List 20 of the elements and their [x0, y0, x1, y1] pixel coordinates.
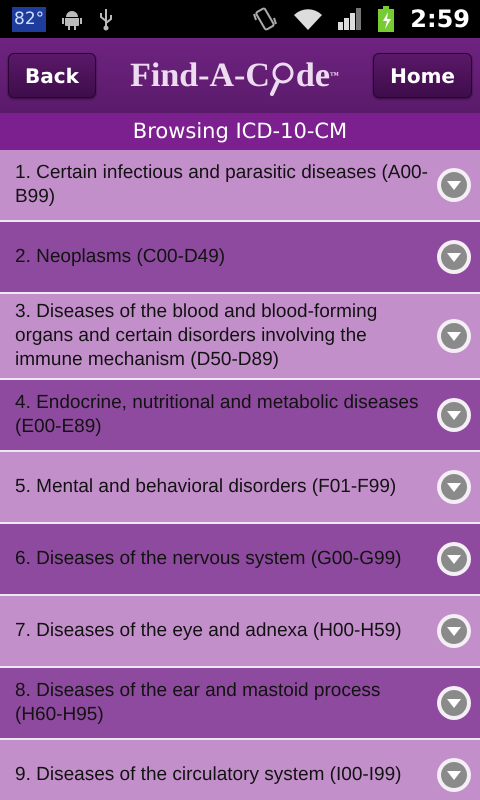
- home-button[interactable]: Home: [373, 53, 472, 98]
- chapter-title: 5. Mental and behavioral disorders (F01-F99): [15, 475, 398, 499]
- logo: Find-A-C de™: [130, 50, 339, 100]
- list-row[interactable]: 7. Diseases of the eye and adnexa (H00-H59): [0, 596, 480, 668]
- clock: 2:59: [410, 4, 470, 35]
- chapter-title: 7. Diseases of the eye and adnexa (H00-H59): [15, 619, 403, 643]
- list-row[interactable]: 5. Mental and behavioral disorders (F01-F99): [0, 452, 480, 524]
- chapter-title: 4. Endocrine, nutritional and metabolic diseases (E00-E89): [15, 391, 420, 439]
- chapter-title: 2. Neoplasms (C00-D49): [15, 245, 226, 269]
- list-row[interactable]: 1. Certain infectious and parasitic diseases (A00-B99): [0, 150, 480, 222]
- chapter-title: 1. Certain infectious and parasitic diseases (A00-B99): [15, 161, 429, 209]
- list-row[interactable]: 3. Diseases of the blood and blood-forming organs and certain disorders involving the immune mechanism (D50-D89): [0, 294, 480, 380]
- chapter-title: 9. Diseases of the circulatory system (I00-I99): [15, 763, 402, 787]
- back-button[interactable]: Back: [8, 53, 96, 98]
- list-row[interactable]: 9. Diseases of the circulatory system (I00-I99): [0, 740, 480, 800]
- list-heading: Browsing ICD-10-CM: [0, 113, 480, 150]
- weather-badge: 82°: [12, 6, 46, 32]
- chapter-title: 8. Diseases of the ear and mastoid process (H60-H95): [15, 679, 382, 727]
- chapter-title: 3. Diseases of the blood and blood-forming organs and certain disorders involving the immune mechanism (D50-D89): [15, 300, 378, 372]
- chapter-title: 6. Diseases of the nervous system (G00-G99): [15, 547, 402, 571]
